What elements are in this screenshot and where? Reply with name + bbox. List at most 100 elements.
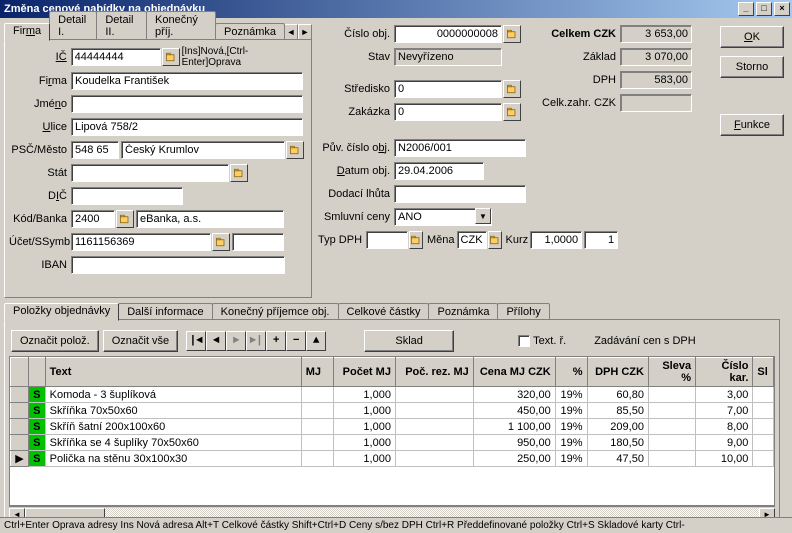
puvcislo-input[interactable]	[394, 139, 526, 157]
iban-input[interactable]	[71, 256, 285, 274]
jmeno-input[interactable]	[71, 95, 303, 113]
kodbanka-label: Kód/Banka	[9, 213, 71, 225]
table-row[interactable]: SKomoda - 3 šuplíková1,000320,0019%60,80…	[11, 387, 774, 403]
stat-lookup[interactable]	[230, 164, 248, 182]
nav-add[interactable]: +	[266, 331, 286, 351]
ic-hint: [Ins]Nová,[Ctrl-Enter]Oprava	[182, 46, 307, 68]
table-row[interactable]: SSkříňka 70x50x601,000450,0019%85,507,00	[11, 403, 774, 419]
typdph-label: Typ DPH	[318, 234, 366, 246]
col-pocrez[interactable]: Poč. rez. MJ	[395, 358, 473, 387]
mesto-input[interactable]	[121, 141, 285, 159]
ucet-input[interactable]	[71, 233, 211, 251]
celkem-label: Celkem CZK	[542, 28, 620, 40]
zakazka-input[interactable]	[394, 103, 502, 121]
tab-poznamka[interactable]: Poznámka	[215, 23, 285, 40]
table-row[interactable]: SSkříňka se 4 šuplíky 70x50x601,000950,0…	[11, 435, 774, 451]
mena-label: Měna	[423, 234, 457, 246]
tab-konecny-prij[interactable]: Konečný příj.	[146, 11, 216, 40]
ic-lookup[interactable]	[162, 48, 180, 66]
kurz-label: Kurz	[502, 234, 531, 246]
celkzahr-value	[620, 94, 692, 112]
tab-inner-poznamka[interactable]: Poznámka	[428, 303, 498, 320]
iban-label: IBAN	[9, 259, 71, 271]
stav-input	[394, 48, 502, 66]
col-sleva[interactable]: Sleva %	[648, 358, 695, 387]
nav-edit[interactable]: ▲	[306, 331, 326, 351]
main-tabs: Firma Detail I. Detail II. Konečný příj.…	[4, 22, 312, 40]
col-sl[interactable]: Sl	[753, 358, 774, 387]
psc-label: PSČ/Město	[9, 144, 71, 156]
maximize-button[interactable]: □	[756, 2, 772, 16]
celkzahr-label: Celk.zahr. CZK	[542, 97, 620, 109]
textr-label: Text. ř.	[533, 335, 566, 347]
bank-lookup[interactable]	[116, 210, 134, 228]
close-button[interactable]: ×	[774, 2, 790, 16]
tab-celkove-castky[interactable]: Celkové částky	[338, 303, 430, 320]
typdph-lookup[interactable]	[409, 231, 423, 249]
stav-label: Stav	[318, 51, 394, 63]
tab-konecny-prijemce[interactable]: Konečný příjemce obj.	[212, 303, 339, 320]
banka-input[interactable]	[136, 210, 284, 228]
stat-input[interactable]	[71, 164, 229, 182]
cisloobj-label: Číslo obj.	[318, 28, 394, 40]
col-mj[interactable]: MJ	[301, 358, 334, 387]
minimize-button[interactable]: _	[738, 2, 754, 16]
psc-input[interactable]	[71, 141, 119, 159]
smluvni-dropdown[interactable]: ▼	[475, 208, 491, 224]
col-cenamj[interactable]: Cena MJ CZK	[473, 358, 555, 387]
ic-input[interactable]	[71, 48, 161, 66]
grid-nav: |◄ ◄ ► ►| + − ▲	[186, 331, 326, 351]
tab-firma[interactable]: Firma	[4, 23, 50, 41]
typdph-input[interactable]	[366, 231, 408, 249]
inner-tabs: Položky objednávky Další informace Koneč…	[4, 302, 780, 320]
col-cislokar[interactable]: Číslo kar.	[696, 358, 753, 387]
nav-delete[interactable]: −	[286, 331, 306, 351]
mesto-lookup[interactable]	[286, 141, 304, 159]
col-text[interactable]: Text	[45, 358, 301, 387]
smluvni-label: Smluvní ceny	[318, 211, 394, 223]
bankkod-input[interactable]	[71, 210, 115, 228]
tab-nav-right[interactable]: ►	[298, 24, 312, 40]
mena-input[interactable]	[457, 231, 487, 249]
table-row[interactable]: SSkříň šatní 200x100x601,0001 100,0019%2…	[11, 419, 774, 435]
col-dphczk[interactable]: DPH CZK	[587, 358, 648, 387]
cisloobj-lookup[interactable]	[503, 25, 521, 43]
items-toolbar: Označit polož. Označit vše |◄ ◄ ► ►| + −…	[9, 326, 775, 356]
sklad-button[interactable]: Sklad	[364, 330, 454, 352]
dodaci-input[interactable]	[394, 185, 526, 203]
dodaci-label: Dodací lhůta	[318, 188, 394, 200]
tab-polozky[interactable]: Položky objednávky	[4, 303, 119, 321]
tab-nav-left[interactable]: ◄	[284, 24, 298, 40]
tab-detail2[interactable]: Detail II.	[96, 11, 147, 40]
textr-checkbox[interactable]	[518, 335, 530, 347]
nav-prev[interactable]: ◄	[206, 331, 226, 351]
ssymb-input[interactable]	[232, 233, 284, 251]
items-grid[interactable]: Text MJ Počet MJ Poč. rez. MJ Cena MJ CZ…	[9, 356, 775, 506]
stredisko-lookup[interactable]	[503, 80, 521, 98]
ulice-input[interactable]	[71, 118, 303, 136]
nav-last[interactable]: ►|	[246, 331, 266, 351]
mena-lookup[interactable]	[488, 231, 502, 249]
tab-detail1[interactable]: Detail I.	[49, 11, 97, 40]
tab-dalsi-info[interactable]: Další informace	[118, 303, 212, 320]
stat-label: Stát	[9, 167, 71, 179]
zakazka-lookup[interactable]	[503, 103, 521, 121]
zaklad-label: Základ	[542, 51, 620, 63]
nav-next[interactable]: ►	[226, 331, 246, 351]
col-pct[interactable]: %	[555, 358, 587, 387]
cisloobj-input[interactable]	[394, 25, 502, 43]
tab-prilohy[interactable]: Přílohy	[497, 303, 549, 320]
ucet-lookup[interactable]	[212, 233, 230, 251]
zadavani-label: Zadávání cen s DPH	[594, 335, 696, 347]
table-row[interactable]: ▶SPolička na stěnu 30x100x301,000250,001…	[11, 451, 774, 467]
firma-input[interactable]	[71, 72, 303, 90]
zakazka-label: Zakázka	[318, 106, 394, 118]
oznacit-button[interactable]: Označit polož.	[11, 330, 99, 352]
nav-first[interactable]: |◄	[186, 331, 206, 351]
dic-input[interactable]	[71, 187, 183, 205]
ucet-label: Účet/SSymb	[9, 236, 71, 248]
oznacit-vse-button[interactable]: Označit vše	[103, 330, 178, 352]
stredisko-input[interactable]	[394, 80, 502, 98]
datum-input[interactable]	[394, 162, 484, 180]
col-pocetmj[interactable]: Počet MJ	[334, 358, 395, 387]
